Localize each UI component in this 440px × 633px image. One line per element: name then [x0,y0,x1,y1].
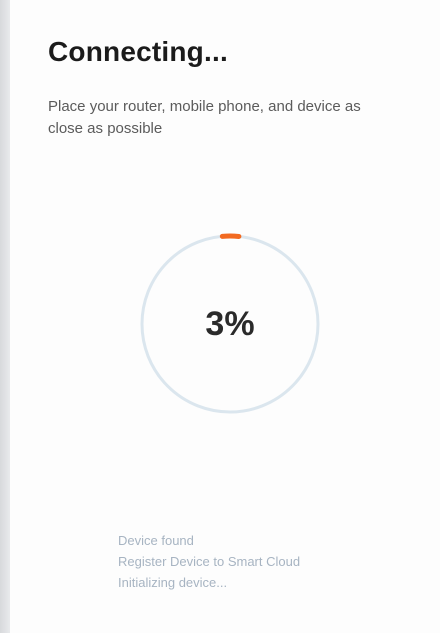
status-list: Device found Register Device to Smart Cl… [118,530,300,593]
status-item-initializing: Initializing device... [118,575,228,590]
connecting-screen: Connecting... Place your router, mobile … [0,0,440,633]
progress-percent: 3% [205,304,255,343]
instruction-text: Place your router, mobile phone, and dev… [48,98,361,137]
page-title: Connecting... [48,36,228,67]
status-item-device-found: Device found [118,533,194,548]
progress-ring: 3% [138,232,322,416]
status-item-register-device: Register Device to Smart Cloud [118,554,301,569]
left-edge-divider [0,0,10,633]
